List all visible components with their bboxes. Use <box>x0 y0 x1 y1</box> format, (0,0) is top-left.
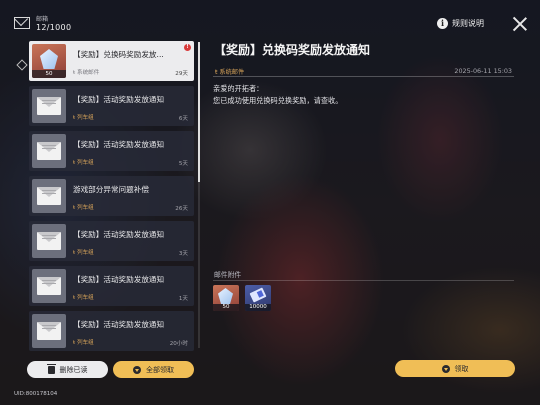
mail-sender: ŧ 列车组 <box>73 295 94 301</box>
mail-detail-date: 2025-06-11 15:03 <box>454 67 512 75</box>
mail-expiry: 26天 <box>175 206 188 212</box>
trash-icon <box>46 363 56 374</box>
mail-item[interactable]: 【奖励】活动奖励发放通知 ŧ 列车组 1天 <box>29 266 194 306</box>
crystal-icon <box>218 288 233 304</box>
mail-title: 游戏部分异常问题补偿 <box>73 185 149 194</box>
mail-item[interactable]: 游戏部分异常问题补偿 ŧ 列车组 26天 <box>29 176 194 216</box>
mail-expiry: 1天 <box>178 296 188 302</box>
envelope-icon <box>37 97 61 115</box>
attachment-item[interactable]: 50 <box>213 285 239 311</box>
mail-title: 【奖励】活动奖励发放通知 <box>73 320 165 329</box>
mail-sender: ŧ 列车组 <box>73 160 94 166</box>
mail-item[interactable]: 【奖励】活动奖励发放通知 ŧ 列车组 5天 <box>29 131 194 171</box>
mailbox-title: 邮箱 <box>36 16 49 23</box>
mail-title: 【奖励】活动奖励发放通知 <box>73 275 165 284</box>
mail-sender: ŧ 系统邮件 <box>73 70 100 76</box>
mail-title: 【奖励】活动奖励发放通知 <box>73 95 165 104</box>
delete-read-button[interactable]: 删除已读 <box>27 361 108 378</box>
claim-button[interactable]: 领取 <box>395 360 515 377</box>
mail-count: 12/1000 <box>36 23 72 32</box>
close-icon[interactable] <box>513 17 527 31</box>
mail-item[interactable]: 【奖励】活动奖励发放通知 ŧ 列车组 6天 <box>29 86 194 126</box>
mail-title: 【奖励】兑换码奖励发放... <box>73 50 164 59</box>
claim-all-button[interactable]: 全部领取 <box>113 361 194 378</box>
envelope-icon <box>37 277 61 295</box>
mail-expiry: 3天 <box>178 251 188 257</box>
download-icon <box>133 365 141 374</box>
envelope-icon <box>37 322 61 340</box>
divider <box>213 280 514 281</box>
mail-list[interactable]: 50 【奖励】兑换码奖励发放... ŧ 系统邮件 29天 ! 【奖励】活动奖励发… <box>29 41 194 351</box>
mail-expiry: 29天 <box>175 71 188 77</box>
mail-icon <box>14 17 30 29</box>
pass-ticket-icon <box>249 287 267 303</box>
envelope-icon <box>37 142 61 160</box>
mail-expiry: 20小时 <box>169 341 188 347</box>
mail-sender: ŧ 列车组 <box>73 340 94 346</box>
mail-list-scrollbar[interactable] <box>198 42 200 348</box>
mail-sender: ŧ 列车组 <box>73 250 94 256</box>
mail-title: 【奖励】活动奖励发放通知 <box>73 140 165 149</box>
mail-detail-sender: ŧ 系统邮件 <box>215 69 245 76</box>
mail-sender: ŧ 列车组 <box>73 205 94 211</box>
rules-button[interactable]: i 规则说明 <box>437 18 484 29</box>
mail-detail-title: 【奖励】兑换码奖励发放通知 <box>214 43 371 57</box>
rules-label: 规则说明 <box>452 19 484 28</box>
info-icon: i <box>437 18 448 29</box>
attachment-item[interactable]: 10000 <box>245 285 271 311</box>
mail-item[interactable]: 【奖励】活动奖励发放通知 ŧ 列车组 20小时 <box>29 311 194 351</box>
reward-thumbnail: 50 <box>32 44 66 78</box>
mail-body: 亲爱的开拓者： 您已成功使用兑换码兑换奖励，请查收。 <box>213 84 343 105</box>
mail-sender: ŧ 列车组 <box>73 115 94 121</box>
envelope-icon <box>37 187 61 205</box>
download-icon <box>441 364 450 373</box>
divider <box>213 76 514 77</box>
mailbox-header: 邮箱 12/1000 <box>14 14 71 32</box>
unread-badge-icon: ! <box>184 44 191 51</box>
mail-expiry: 5天 <box>178 161 188 167</box>
player-uid: UID:800178104 <box>14 391 58 397</box>
mail-item[interactable]: 50 【奖励】兑换码奖励发放... ŧ 系统邮件 29天 ! <box>29 41 194 81</box>
mail-expiry: 6天 <box>178 116 188 122</box>
mail-title: 【奖励】活动奖励发放通知 <box>73 230 165 239</box>
attachments-label: 邮件附件 <box>214 271 242 279</box>
envelope-icon <box>37 232 61 250</box>
crystal-icon <box>40 49 58 69</box>
mail-item[interactable]: 【奖励】活动奖励发放通知 ŧ 列车组 3天 <box>29 221 194 261</box>
